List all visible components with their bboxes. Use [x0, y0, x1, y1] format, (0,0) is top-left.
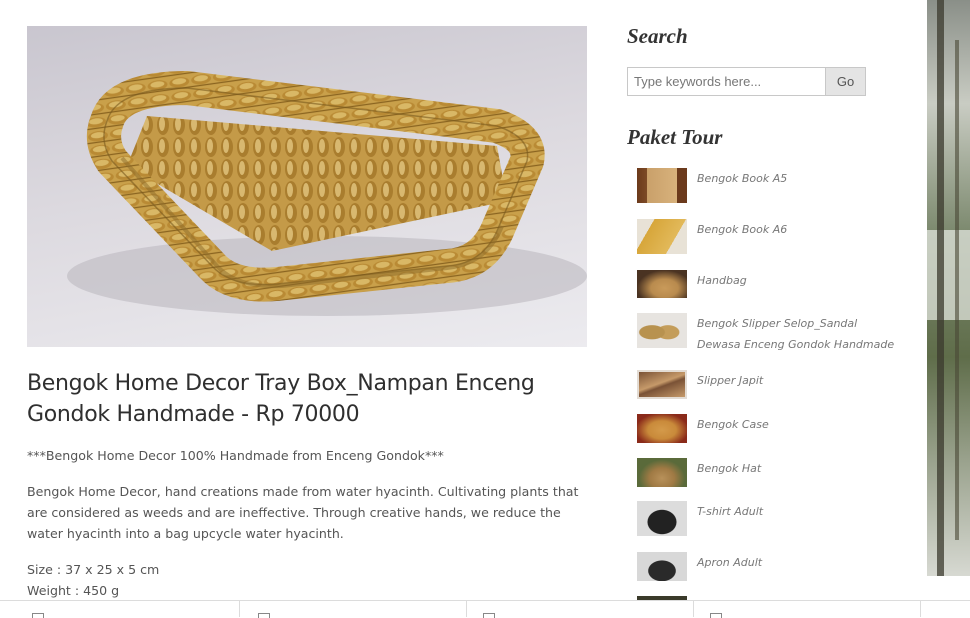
paket-tour-heading: Paket Tour [627, 125, 723, 149]
tour-item-bengok-book-a6[interactable]: Bengok Book A6 [637, 219, 917, 255]
tour-item-thumbnail[interactable] [637, 501, 687, 536]
bottom-toolbar-cell[interactable] [0, 601, 240, 618]
tour-item-thumbnail[interactable] [637, 552, 687, 581]
product-image [27, 26, 587, 347]
tour-item-thumbnail[interactable] [637, 370, 687, 399]
search-heading: Search [627, 24, 688, 48]
search-go-button[interactable]: Go [826, 67, 866, 96]
background-sky [927, 230, 970, 320]
tour-item-bengok-slipper[interactable]: Bengok Slipper Selop_Sandal Dewasa Encen… [637, 313, 917, 355]
bottom-toolbar [0, 600, 970, 618]
bottom-toolbar-cell[interactable] [467, 601, 694, 618]
tour-item-bengok-hat[interactable]: Bengok Hat [637, 458, 917, 488]
tour-item-label[interactable]: Bengok Slipper Selop_Sandal Dewasa Encen… [697, 313, 897, 355]
tour-item-label[interactable]: Bengok Book A6 [697, 219, 897, 240]
tour-item-label[interactable]: Bengok Case [697, 414, 897, 435]
bottom-toolbar-cell[interactable] [240, 601, 467, 618]
product-description: Bengok Home Decor, hand creations made f… [27, 484, 579, 541]
tour-item-handbag[interactable]: Handbag [637, 270, 917, 298]
background-tree [955, 40, 959, 540]
background-photo [927, 0, 970, 576]
background-tree [937, 0, 944, 576]
tour-item-bengok-book-a5[interactable]: Bengok Book A5 [637, 168, 917, 204]
tour-item-label[interactable]: T-shirt Adult [697, 501, 897, 522]
product-specs: Size : 37 x 25 x 5 cm Weight : 450 g [27, 559, 587, 601]
product-title: Bengok Home Decor Tray Box_Nampan Enceng… [27, 371, 535, 427]
tour-item-thumbnail[interactable] [637, 219, 687, 254]
product-tagline: ***Bengok Home Decor 100% Handmade from … [27, 448, 444, 463]
tour-item-thumbnail[interactable] [637, 168, 687, 203]
tour-item-label[interactable]: Slipper Japit [697, 370, 897, 391]
tour-item-tshirt-adult[interactable]: T-shirt Adult [637, 501, 917, 537]
tour-item-thumbnail[interactable] [637, 270, 687, 298]
tour-item-bengok-case[interactable]: Bengok Case [637, 414, 917, 444]
product-weight: Weight : 450 g [27, 583, 120, 598]
tour-item-slipper-japit[interactable]: Slipper Japit [637, 370, 917, 400]
tour-item-label[interactable]: Bengok Hat [697, 458, 897, 479]
tour-item-thumbnail[interactable] [637, 313, 687, 348]
tour-item-thumbnail[interactable] [637, 458, 687, 487]
content-area: Bengok Home Decor Tray Box_Nampan Enceng… [0, 0, 927, 600]
tour-item-label[interactable]: Bengok Book A5 [697, 168, 897, 189]
product-size: Size : 37 x 25 x 5 cm [27, 562, 160, 577]
search-input[interactable] [627, 67, 826, 96]
tour-item-label[interactable]: Handbag [697, 270, 897, 291]
bottom-toolbar-cell[interactable] [694, 601, 921, 618]
tour-item-thumbnail[interactable] [637, 414, 687, 443]
tour-item-label[interactable]: Apron Adult [697, 552, 897, 573]
tour-item-apron-adult[interactable]: Apron Adult [637, 552, 917, 582]
